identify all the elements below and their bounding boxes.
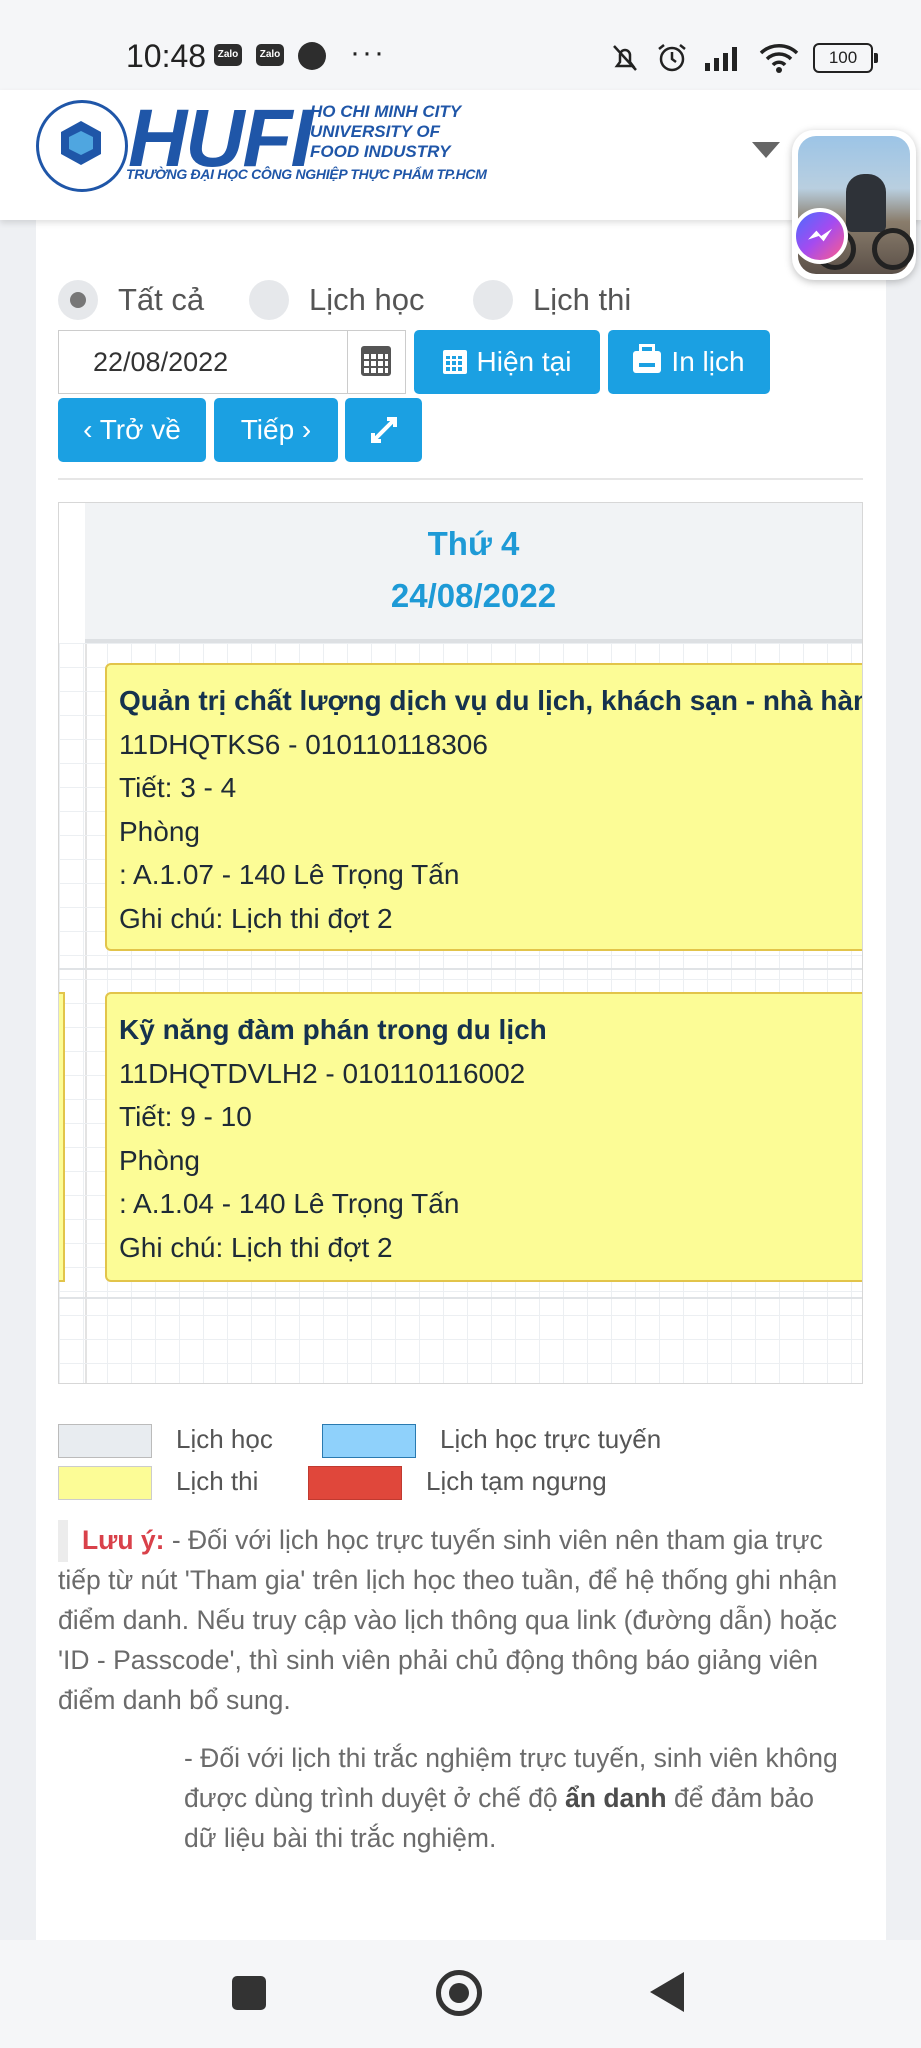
radio-class[interactable] — [249, 280, 289, 320]
date-picker-button[interactable] — [348, 330, 406, 394]
menu-dropdown-icon[interactable] — [752, 142, 780, 158]
zalo-icon: Zalo — [214, 44, 242, 66]
logo-en-line: UNIVERSITY OF — [310, 122, 441, 141]
notice-block: Lưu ý: - Đối với lịch học trực tuyến sin… — [58, 1520, 868, 1720]
exam-event[interactable]: Kỹ năng đàm phán trong du lịch 11DHQTDVL… — [105, 992, 862, 1282]
event-period: Tiết: 9 - 10 — [119, 1101, 252, 1132]
previous-week-button[interactable]: ‹ Trở về — [58, 398, 206, 462]
legend-label: Lịch học — [176, 1424, 273, 1454]
status-icons: 100 — [609, 38, 878, 78]
next-week-button[interactable]: Tiếp › — [214, 398, 338, 462]
legend-label: Lịch tạm ngưng — [426, 1466, 607, 1496]
site-header: HUFI HO CHI MINH CITY UNIVERSITY OF FOOD… — [0, 90, 921, 220]
battery-icon: 100 — [813, 43, 878, 73]
status-bar: 10:48 Zalo Zalo ··· 100 — [0, 0, 921, 90]
date-field[interactable]: 22/08/2022 — [58, 330, 348, 394]
day-date: 24/08/2022 — [390, 577, 557, 614]
navigation-bar — [0, 1940, 921, 2048]
print-label: In lịch — [671, 346, 745, 377]
filter-all[interactable]: Tất cả — [58, 280, 249, 320]
calendar-icon — [361, 346, 391, 376]
event-room: : A.1.04 - 140 Lê Trọng Tấn — [119, 1188, 460, 1219]
logo-en-line: HO CHI MINH CITY — [310, 102, 462, 121]
day-name: Thứ 4 — [427, 525, 520, 562]
alarm-icon — [658, 44, 686, 72]
radio-all[interactable] — [58, 280, 98, 320]
legend-label: Lịch thi — [176, 1466, 259, 1496]
back-icon[interactable] — [650, 1972, 684, 2012]
recent-apps-icon[interactable] — [232, 1976, 266, 2010]
wifi-icon — [759, 44, 799, 73]
legend-swatch-exam — [58, 1466, 152, 1500]
calendar-grid: Quản trị chất lượng dịch vụ du lịch, khá… — [59, 643, 862, 1383]
zalo-icon: Zalo — [256, 44, 284, 66]
notice-block-exam: - Đối với lịch thi trắc nghiệm trực tuyế… — [184, 1738, 844, 1858]
event-note: Ghi chú: Lịch thi đợt 2 — [119, 1231, 393, 1263]
event-code: 11DHQTKS6 - 010110118306 — [119, 728, 488, 760]
filter-label: Lịch thi — [533, 282, 632, 317]
calendar-icon — [442, 350, 467, 374]
toolbar-divider — [58, 478, 863, 480]
filter-class[interactable]: Lịch học — [249, 280, 473, 320]
more-notifications-icon: ··· — [350, 36, 386, 69]
event-title: Kỹ năng đàm phán trong du lịch — [119, 1014, 547, 1045]
event-title: Quản trị chất lượng dịch vụ du lịch, khá… — [119, 685, 863, 716]
exam-event[interactable]: Quản trị chất lượng dịch vụ du lịch, khá… — [105, 663, 863, 951]
notice-text: - Đối với lịch học trực tuyến sinh viên … — [58, 1525, 838, 1715]
status-time: 10:48 — [126, 38, 207, 74]
legend-label: Lịch học trực tuyến — [440, 1424, 662, 1454]
current-week-label: Hiện tại — [476, 346, 572, 377]
messenger-badge-icon — [792, 208, 848, 264]
weekly-calendar: Thứ 4 24/08/2022 Quản trị chất lượng dịc… — [58, 502, 863, 1384]
logo-vietnamese-name: TRƯỜNG ĐẠI HỌC CÔNG NGHIỆP THỰC PHẨM TP.… — [126, 166, 487, 182]
legend-swatch-class — [58, 1424, 152, 1458]
notice-label: Lưu ý: — [82, 1525, 165, 1555]
logo-english-name: HO CHI MINH CITY UNIVERSITY OF FOOD INDU… — [310, 102, 461, 162]
event-code: 11DHQTDVLH2 - 010110116002 — [119, 1057, 526, 1089]
day-header: Thứ 4 24/08/2022 — [85, 503, 862, 643]
university-seal-logo[interactable] — [36, 100, 128, 192]
legend-swatch-suspended — [308, 1466, 402, 1500]
schedule-filter: Tất cả Lịch học Lịch thi — [58, 280, 631, 320]
current-week-button[interactable]: Hiện tại — [414, 330, 600, 394]
event-note: Ghi chú: Lịch thi đợt 2 — [119, 902, 393, 934]
home-icon[interactable] — [436, 1970, 482, 2016]
fullscreen-button[interactable] — [345, 398, 422, 462]
row-separator — [59, 1297, 862, 1299]
signal-icon — [705, 47, 737, 71]
event-room: : A.1.07 - 140 Lê Trọng Tấn — [119, 859, 460, 890]
filter-exam[interactable]: Lịch thi — [473, 280, 631, 320]
filter-label: Lịch học — [309, 282, 425, 317]
logo-en-line: FOOD INDUSTRY — [310, 142, 451, 161]
bell-muted-icon — [613, 45, 637, 71]
expand-icon — [370, 417, 397, 443]
row-separator — [59, 968, 862, 970]
print-schedule-button[interactable]: In lịch — [608, 330, 770, 394]
print-icon — [633, 344, 662, 373]
adjacent-event-stub[interactable] — [59, 992, 65, 1282]
legend-swatch-online — [322, 1424, 416, 1458]
radio-exam[interactable] — [473, 280, 513, 320]
filter-label: Tất cả — [118, 282, 205, 317]
messenger-icon — [298, 42, 326, 70]
notice-bar — [58, 1520, 68, 1562]
notice-bold: ẩn danh — [565, 1783, 667, 1813]
event-room-label: Phòng — [119, 815, 200, 847]
event-period: Tiết: 3 - 4 — [119, 772, 237, 803]
event-room-label: Phòng — [119, 1144, 200, 1176]
